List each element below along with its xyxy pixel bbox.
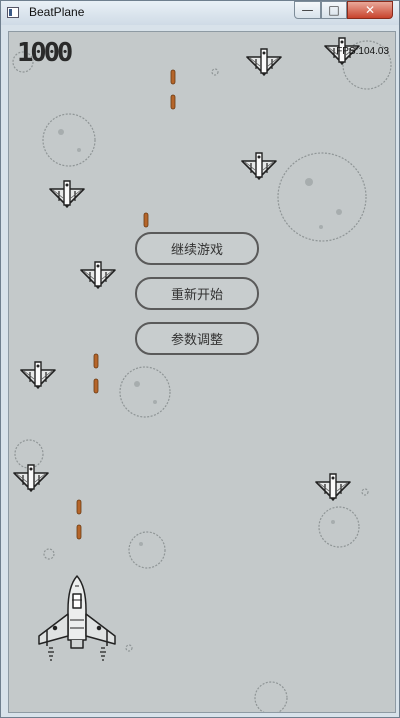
player-plane [38,575,116,661]
maximize-button[interactable]: □ [321,1,347,19]
app-icon [7,7,19,18]
minimize-button[interactable]: — [294,1,321,19]
close-button[interactable]: ✕ [347,1,393,19]
window-title: BeatPlane [29,5,85,19]
game-canvas[interactable]: 1000 FPS:104.03 继续游戏 重新开始 参数调整 [8,31,396,713]
settings-button[interactable]: 参数调整 [135,322,259,355]
app-window: BeatPlane — □ ✕ 1000 FPS:104.03 继续游戏 重新开… [0,0,400,718]
window-controls: — □ ✕ [294,1,393,21]
restart-button[interactable]: 重新开始 [135,277,259,310]
score-display: 1000 [17,38,73,68]
title-bar[interactable]: BeatPlane — □ ✕ [1,1,399,25]
resume-button[interactable]: 继续游戏 [135,232,259,265]
fps-counter: FPS:104.03 [336,46,389,57]
